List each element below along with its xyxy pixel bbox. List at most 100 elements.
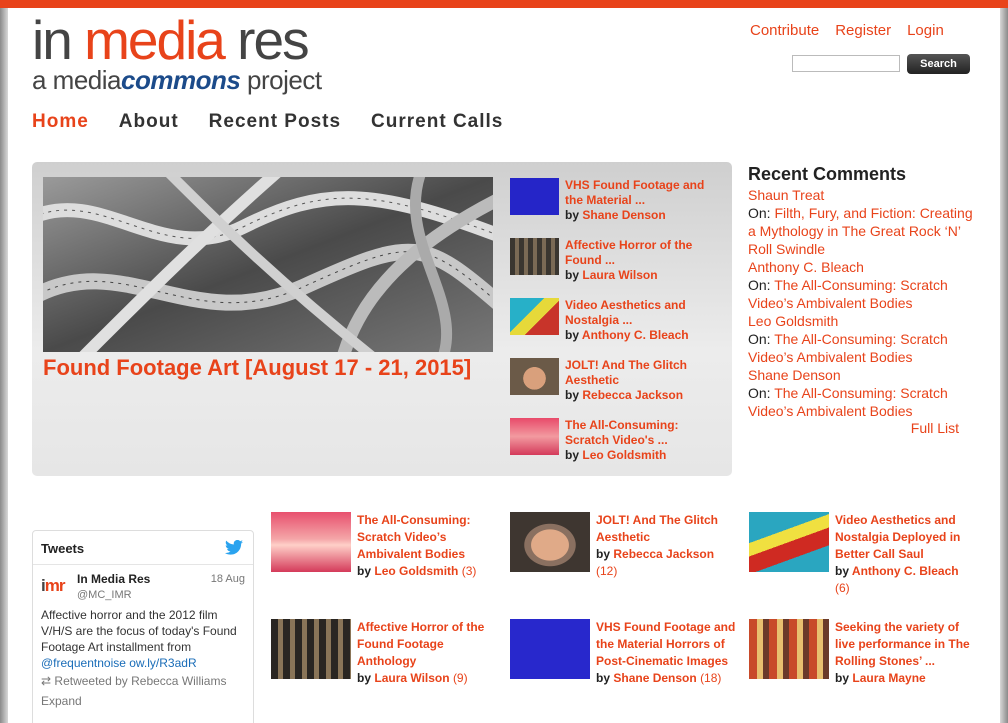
side-item[interactable]: Affective Horror of the Found ... by Laur… xyxy=(510,238,725,298)
thumb-blue-screen xyxy=(510,619,590,679)
thumb-saul xyxy=(510,298,559,335)
featured-title[interactable]: Found Footage Art [August 17 - 21, 2015] xyxy=(43,355,493,380)
side-item-title[interactable]: JOLT! And The Glitch Aesthetic xyxy=(565,358,687,387)
tweet-author-name[interactable]: In Media Res xyxy=(77,571,150,587)
side-item-author[interactable]: Laura Wilson xyxy=(582,268,657,282)
on-label: On: xyxy=(748,385,771,401)
by-label: by xyxy=(565,208,580,222)
nav-current-calls[interactable]: Current Calls xyxy=(371,111,503,133)
tweet-mention-link[interactable]: @frequentnoise xyxy=(41,656,126,670)
on-label: On: xyxy=(748,331,771,347)
tweet-author-handle[interactable]: @MC_IMR xyxy=(77,587,150,603)
post-title[interactable]: VHS Found Footage and the Material Horro… xyxy=(596,620,735,668)
post-card[interactable]: Video Aesthetics and Nostalgia Deployed … xyxy=(749,512,979,597)
expand-link[interactable]: Expand xyxy=(41,693,245,709)
comment-post-link[interactable]: The All-Consuming: Scratch Video’s Ambiv… xyxy=(748,385,948,419)
contribute-link[interactable]: Contribute xyxy=(750,22,819,39)
post-card[interactable]: JOLT! And The Glitch Aesthetic by Rebecca… xyxy=(510,512,740,580)
featured-side-list: VHS Found Footage and the Material ... by… xyxy=(510,178,725,478)
post-author[interactable]: Shane Denson xyxy=(613,671,696,685)
avatar-text-accent: mr xyxy=(44,576,66,595)
post-title[interactable]: Affective Horror of the Found Footage An… xyxy=(357,620,484,668)
window-frame-right xyxy=(1000,8,1008,723)
comment-count: (18) xyxy=(700,671,722,685)
main-nav: Home About Recent Posts Current Calls xyxy=(32,111,503,133)
by-label: by xyxy=(565,328,580,342)
post-title[interactable]: Seeking the variety of live performance … xyxy=(835,620,970,668)
post-card[interactable]: Affective Horror of the Found Footage An… xyxy=(271,619,501,687)
comment-count: (9) xyxy=(452,671,468,685)
logo-part-media: media xyxy=(84,9,226,71)
site-logo[interactable]: in media res a mediacommons project xyxy=(32,13,322,95)
tagline-part-project: project xyxy=(240,65,322,95)
featured-image[interactable] xyxy=(43,177,493,352)
comment-entry: On: The All-Consuming: Scratch Video’s A… xyxy=(748,384,973,420)
window-frame-left xyxy=(0,8,8,723)
user-links: Contribute Register Login xyxy=(750,22,944,39)
side-item-author[interactable]: Anthony C. Bleach xyxy=(582,328,689,342)
post-author[interactable]: Laura Wilson xyxy=(374,671,449,685)
by-label: by xyxy=(357,671,372,685)
comment-author[interactable]: Shane Denson xyxy=(748,366,973,384)
post-card[interactable]: Seeking the variety of live performance … xyxy=(749,619,979,687)
tweets-header: Tweets xyxy=(33,531,253,565)
tweet-date[interactable]: 18 Aug xyxy=(211,571,245,587)
side-item[interactable]: Video Aesthetics and Nostalgia ... by Ant… xyxy=(510,298,725,358)
comment-entry: On: The All-Consuming: Scratch Video’s A… xyxy=(748,276,973,312)
avatar[interactable]: imr xyxy=(41,571,71,601)
search-input[interactable] xyxy=(792,55,900,72)
twitter-widget: Tweets imr In Media Res @MC_IMR 18 Aug A… xyxy=(32,530,254,723)
side-item-author[interactable]: Leo Goldsmith xyxy=(582,448,666,462)
side-item-text: VHS Found Footage and the Material ... by… xyxy=(565,178,725,238)
side-item-title[interactable]: Affective Horror of the Found ... xyxy=(565,238,692,267)
search-button[interactable]: Search xyxy=(907,54,970,74)
side-item-author[interactable]: Shane Denson xyxy=(582,208,665,222)
logo-part-in: in xyxy=(32,9,85,71)
comment-author[interactable]: Shaun Treat xyxy=(748,186,973,204)
tweets-heading: Tweets xyxy=(41,541,85,556)
comment-post-link[interactable]: The All-Consuming: Scratch Video’s Ambiv… xyxy=(748,331,948,365)
side-item[interactable]: JOLT! And The Glitch Aesthetic by Rebecca… xyxy=(510,358,725,418)
post-title[interactable]: Video Aesthetics and Nostalgia Deployed … xyxy=(835,513,960,561)
nav-home[interactable]: Home xyxy=(32,111,89,133)
retweet-info: ⇄ Retweeted by Rebecca Williams xyxy=(41,673,245,689)
tagline-part-a: a media xyxy=(32,65,122,95)
side-item[interactable]: VHS Found Footage and the Material ... by… xyxy=(510,178,725,238)
side-item[interactable]: The All-Consuming: Scratch Video's ... by… xyxy=(510,418,725,478)
twitter-bird-icon[interactable] xyxy=(225,539,243,558)
post-author[interactable]: Laura Mayne xyxy=(852,671,925,685)
post-author[interactable]: Rebecca Jackson xyxy=(613,547,714,561)
side-item-title[interactable]: VHS Found Footage and the Material ... xyxy=(565,178,704,207)
tweet-url-link[interactable]: ow.ly/R3adR xyxy=(129,656,196,670)
side-item-title[interactable]: The All-Consuming: Scratch Video's ... xyxy=(565,418,679,447)
side-item-author[interactable]: Rebecca Jackson xyxy=(582,388,683,402)
register-link[interactable]: Register xyxy=(835,22,891,39)
by-label: by xyxy=(565,448,580,462)
post-author[interactable]: Leo Goldsmith xyxy=(374,564,458,578)
by-label: by xyxy=(596,547,611,561)
featured-panel: Found Footage Art [August 17 - 21, 2015]… xyxy=(32,162,732,476)
login-link[interactable]: Login xyxy=(907,22,944,39)
tweet-user-names: In Media Res @MC_IMR xyxy=(77,571,150,603)
tweet-body: Affective horror and the 2012 film V/H/S… xyxy=(41,608,237,654)
post-title[interactable]: JOLT! And The Glitch Aesthetic xyxy=(596,513,718,544)
by-label: by xyxy=(835,564,850,578)
full-list-link[interactable]: Full List xyxy=(748,420,959,436)
nav-recent-posts[interactable]: Recent Posts xyxy=(209,111,341,133)
side-item-title[interactable]: Video Aesthetics and Nostalgia ... xyxy=(565,298,686,327)
comment-author[interactable]: Leo Goldsmith xyxy=(748,312,973,330)
post-title[interactable]: The All-Consuming: Scratch Video’s Ambiv… xyxy=(357,513,471,561)
retweet-icon: ⇄ xyxy=(41,674,52,688)
post-text: Affective Horror of the Found Footage An… xyxy=(357,619,501,687)
logo-wordmark: in media res xyxy=(32,13,322,68)
post-author[interactable]: Anthony C. Bleach xyxy=(852,564,959,578)
thumb-dark-grid xyxy=(271,619,351,679)
post-card[interactable]: The All-Consuming: Scratch Video’s Ambiv… xyxy=(271,512,501,580)
comment-author[interactable]: Anthony C. Bleach xyxy=(748,258,973,276)
retweet-text: Retweeted by Rebecca Williams xyxy=(54,674,227,688)
comment-post-link[interactable]: Filth, Fury, and Fiction: Creating a Myt… xyxy=(748,205,973,257)
comment-post-link[interactable]: The All-Consuming: Scratch Video’s Ambiv… xyxy=(748,277,948,311)
nav-about[interactable]: About xyxy=(119,111,179,133)
post-card[interactable]: VHS Found Footage and the Material Horro… xyxy=(510,619,740,687)
tagline-part-commons: commons xyxy=(121,65,241,95)
